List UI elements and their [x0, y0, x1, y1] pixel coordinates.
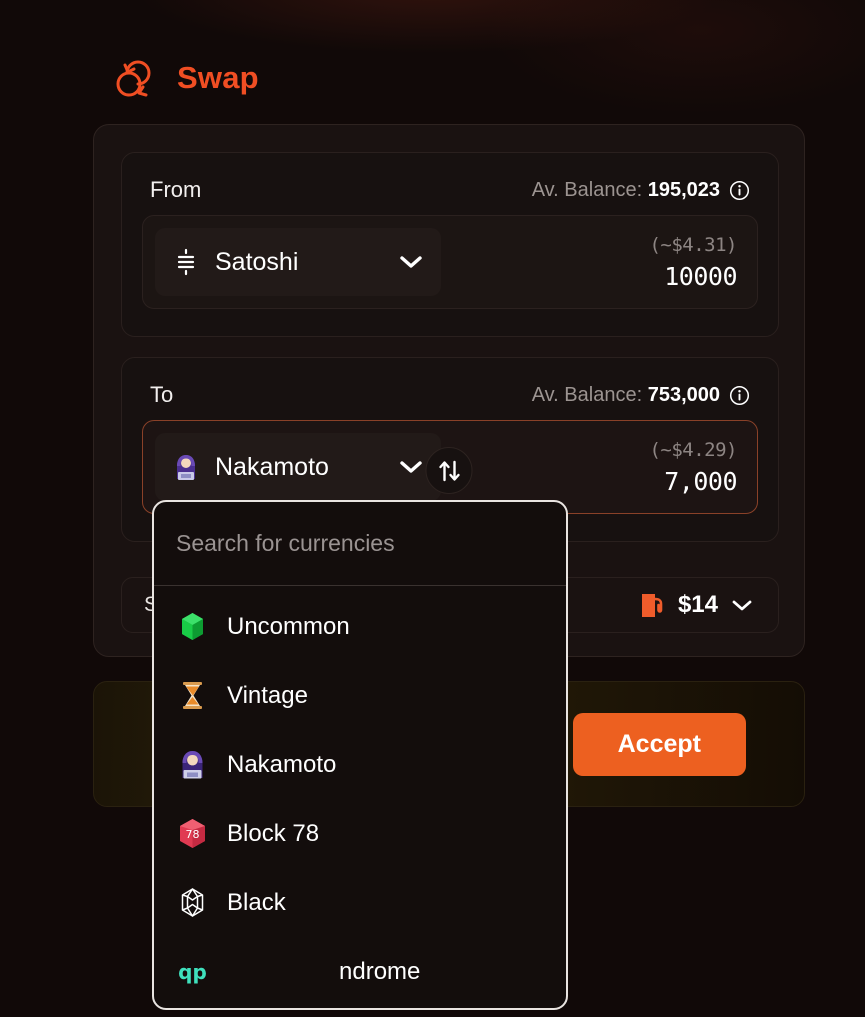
list-item-label: Vintage	[227, 681, 308, 709]
currency-search-row	[154, 502, 566, 586]
from-balance-prefix: Av. Balance:	[531, 178, 643, 201]
list-item-label: Block 78	[227, 819, 320, 847]
list-item[interactable]: Black	[154, 868, 566, 937]
from-amount-column: (~$4.31) 10000	[649, 234, 739, 291]
from-label: From	[150, 177, 202, 202]
satoshi-symbol-icon	[171, 247, 201, 277]
swap-vertical-arrows-icon	[435, 457, 463, 485]
from-token-select[interactable]: Satoshi	[155, 228, 441, 296]
to-balance-prefix: Av. Balance:	[531, 383, 643, 406]
currency-dropdown: Uncommon Vintage	[152, 500, 568, 1010]
to-amount-input[interactable]: 7,000	[649, 467, 737, 496]
from-balance-text: Av. Balance: 195,023	[532, 179, 720, 202]
gas-fee-selector[interactable]: $14	[639, 591, 754, 620]
to-amount-column: (~$4.29) 7,000	[649, 439, 739, 496]
from-amount-row: Satoshi (~$4.31) 10000	[142, 215, 758, 309]
qp-teal-logo-icon: qp	[176, 955, 209, 988]
info-circle-icon[interactable]	[729, 385, 750, 406]
gas-pump-icon	[639, 591, 666, 620]
to-usd-approx: (~$4.29)	[649, 438, 737, 461]
from-usd-approx: (~$4.31)	[649, 233, 737, 256]
list-item-label: Nakamoto	[227, 750, 337, 778]
chevron-down-icon	[399, 254, 423, 270]
list-item-label: Uncommon	[227, 612, 350, 640]
chevron-down-icon	[730, 597, 754, 613]
list-item[interactable]: 78 Block 78	[154, 799, 566, 868]
currency-list: Uncommon Vintage Nakamoto 78 Block 78 Bl…	[154, 586, 566, 1006]
to-balance-value: 753,000	[647, 383, 720, 406]
accept-button[interactable]: Accept	[572, 712, 746, 776]
from-panel: From Av. Balance: 195,023 Satoshi (~$4.3…	[121, 152, 779, 337]
svg-text:78: 78	[186, 828, 200, 841]
list-item-label: ndrome	[339, 957, 421, 985]
hourglass-icon	[176, 679, 209, 712]
list-item[interactable]: Uncommon	[154, 592, 566, 661]
list-item[interactable]: Vintage	[154, 661, 566, 730]
from-panel-header: From Av. Balance: 195,023	[122, 153, 778, 203]
green-gem-icon	[176, 610, 209, 643]
from-balance: Av. Balance: 195,023	[532, 179, 750, 202]
currency-search-input[interactable]	[176, 530, 544, 557]
to-balance: Av. Balance: 753,000	[532, 384, 750, 407]
to-balance-text: Av. Balance: 753,000	[532, 384, 720, 407]
list-item[interactable]: qp ndrome	[154, 937, 566, 1006]
from-amount-input[interactable]: 10000	[649, 262, 737, 291]
chevron-down-icon	[399, 459, 423, 475]
page-header: Swap	[113, 55, 259, 101]
swap-circular-arrows-icon	[113, 55, 159, 101]
list-item[interactable]: Nakamoto	[154, 730, 566, 799]
svg-text:qp: qp	[178, 960, 207, 984]
swap-direction-toggle[interactable]	[425, 447, 473, 494]
to-panel-header: To Av. Balance: 753,000	[122, 358, 778, 408]
swap-page: Swap From Av. Balance: 195,023 Satoshi (…	[0, 0, 865, 1017]
to-token-select[interactable]: Nakamoto	[155, 433, 441, 501]
from-token-name: Satoshi	[215, 247, 299, 276]
nakamoto-hooded-figure-icon	[171, 452, 201, 482]
red-d20-dice-icon: 78	[176, 817, 209, 850]
black-gem-outline-icon	[176, 886, 209, 919]
to-token-name: Nakamoto	[215, 452, 329, 481]
from-balance-value: 195,023	[647, 178, 720, 201]
gas-amount: $14	[677, 591, 718, 618]
list-item-label: Black	[227, 888, 286, 916]
page-title: Swap	[177, 60, 259, 95]
to-label: To	[150, 382, 174, 407]
nakamoto-hooded-figure-icon	[176, 748, 209, 781]
info-circle-icon[interactable]	[729, 180, 750, 201]
